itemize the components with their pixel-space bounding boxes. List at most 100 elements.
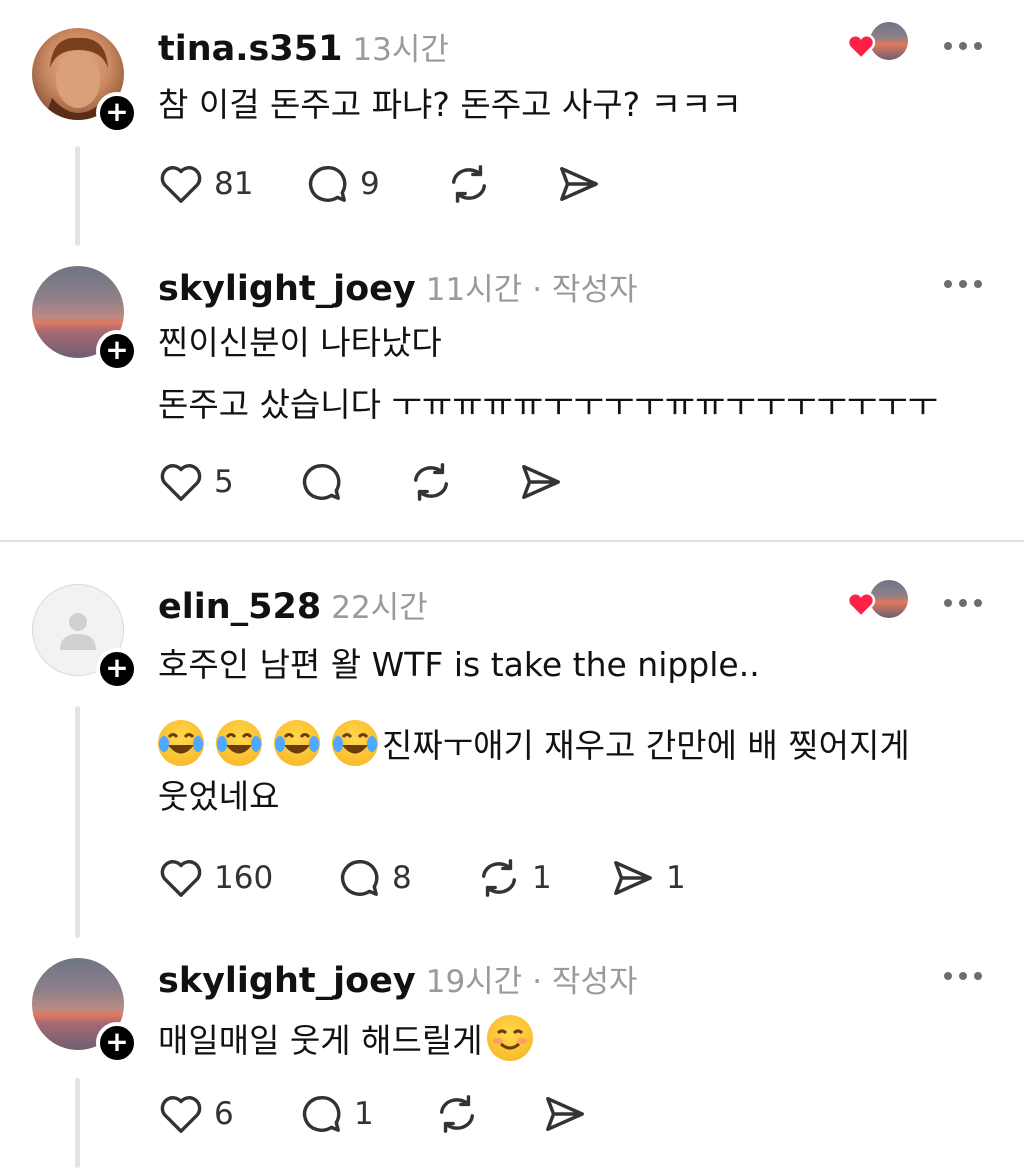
speech-bubble-icon <box>308 166 347 202</box>
comment-button[interactable]: 8 <box>336 857 476 899</box>
thread-connector-line <box>75 706 80 938</box>
more-options-button[interactable] <box>944 598 982 608</box>
comment-count: 9 <box>360 166 380 202</box>
liked-by-author-indicator <box>846 20 910 66</box>
post-header: skylight_joey 19시간 · 작성자 <box>158 956 638 1001</box>
more-options-button[interactable] <box>944 279 982 289</box>
author-tag: · 작성자 <box>532 272 638 308</box>
thread-connector-line <box>75 146 80 246</box>
like-count: 81 <box>214 166 254 202</box>
repost-arrows-icon <box>440 1095 474 1133</box>
avatar[interactable]: + <box>32 266 138 372</box>
heart-outline-icon <box>160 464 202 501</box>
ellipsis-icon <box>944 599 952 607</box>
repost-arrows-icon <box>452 165 486 203</box>
follow-plus-icon[interactable]: + <box>96 1022 138 1064</box>
repost-button[interactable] <box>446 163 556 205</box>
like-button[interactable]: 160 <box>158 857 336 899</box>
share-button[interactable] <box>556 163 602 205</box>
paper-plane-icon <box>614 861 652 895</box>
tears-of-joy-emoji-icon <box>274 720 320 766</box>
repost-arrows-icon <box>414 463 448 501</box>
avatar[interactable]: + <box>32 584 138 690</box>
paper-plane-icon <box>546 1097 584 1131</box>
username[interactable]: tina.s351 <box>158 29 342 69</box>
paper-plane-icon <box>522 465 560 499</box>
post-text-last-line: 웃었네요 <box>158 777 280 816</box>
comment-count: 8 <box>392 860 412 896</box>
ellipsis-icon <box>944 280 952 288</box>
ellipsis-icon <box>944 972 952 980</box>
post-text: 참 이걸 돈주고 파냐? 돈주고 사구? ㅋㅋㅋ <box>158 85 742 124</box>
comment-button[interactable]: 9 <box>304 163 446 205</box>
timestamp: 19시간 <box>425 964 523 1000</box>
like-button[interactable]: 81 <box>158 163 304 205</box>
avatar[interactable]: + <box>32 958 138 1064</box>
speech-bubble-icon <box>340 860 379 896</box>
post-text: 찐이신분이 나타났다 돈주고 샀습니다 ㅜㅠㅠㅠㅠㅜㅜㅜㅜㅠㅠㅜㅜㅜㅜㅜㅜㅜ <box>158 323 938 424</box>
post-header: elin_528 22시간 <box>158 582 428 627</box>
timestamp: 13시간 <box>352 32 449 68</box>
liked-by-author-indicator <box>846 578 910 624</box>
post-header: skylight_joey 11시간 · 작성자 <box>158 264 638 309</box>
comment-count: 1 <box>354 1096 374 1132</box>
reply-post: + elin_528 22시간 호주인 남편 왈 WTF is take the… <box>0 542 1024 942</box>
post-text-line: 매일매일 웃게 해드릴게 <box>158 1014 545 1062</box>
action-bar: 5 <box>158 460 564 504</box>
post-text-continued: 진짜ㅜ애기 재우고 간만에 배 찢어지게 <box>382 726 910 765</box>
avatar[interactable]: + <box>32 28 138 134</box>
author-tag: · 작성자 <box>532 964 638 1000</box>
speech-bubble-icon <box>302 464 341 500</box>
action-bar: 81 9 <box>158 162 602 206</box>
action-bar: 6 1 <box>158 1092 588 1136</box>
repost-button[interactable]: 1 <box>476 857 610 899</box>
tears-of-joy-emoji-icon <box>216 720 262 766</box>
emoji-line: 진짜ㅜ애기 재우고 간만에 배 찢어지게 <box>158 720 910 766</box>
tears-of-joy-emoji-icon <box>332 720 378 766</box>
heart-outline-icon <box>160 166 202 203</box>
post-text: 호주인 남편 왈 WTF is take the nipple.. <box>158 645 760 684</box>
like-button[interactable]: 5 <box>158 461 298 503</box>
repost-button[interactable] <box>434 1093 542 1135</box>
post-text: 매일매일 웃게 해드릴게 <box>158 1021 483 1060</box>
heart-outline-icon <box>160 1096 202 1133</box>
repost-button[interactable] <box>408 461 518 503</box>
red-heart-icon <box>846 34 876 60</box>
repost-arrows-icon <box>482 859 516 897</box>
like-button[interactable]: 6 <box>158 1093 298 1135</box>
username[interactable]: elin_528 <box>158 587 321 627</box>
comment-button[interactable]: 1 <box>298 1093 434 1135</box>
username[interactable]: skylight_joey <box>158 961 416 1001</box>
post-header: tina.s351 13시간 <box>158 24 449 69</box>
smiling-blush-emoji-icon <box>486 1015 533 1061</box>
speech-bubble-icon <box>302 1096 341 1132</box>
follow-plus-icon[interactable]: + <box>96 92 138 134</box>
tears-of-joy-emoji-icon <box>158 720 204 766</box>
reply-post: + skylight_joey 11시간 · 작성자 찐이신분이 나타났다 돈주… <box>0 250 1024 540</box>
paper-plane-icon <box>560 167 598 201</box>
share-button[interactable] <box>542 1093 588 1135</box>
more-options-button[interactable] <box>944 971 982 981</box>
username[interactable]: skylight_joey <box>158 269 416 309</box>
reply-post: + tina.s351 13시간 참 이걸 돈주고 파냐? 돈주고 사구? ㅋㅋ… <box>0 0 1024 250</box>
red-heart-icon <box>846 592 876 618</box>
person-icon <box>60 613 96 650</box>
comment-button[interactable] <box>298 461 408 503</box>
thread-connector-line <box>75 1078 80 1168</box>
share-button[interactable]: 1 <box>610 857 686 899</box>
share-count: 1 <box>666 860 686 896</box>
timestamp: 22시간 <box>331 590 428 626</box>
like-count: 6 <box>214 1096 234 1132</box>
share-button[interactable] <box>518 461 564 503</box>
ellipsis-icon <box>944 42 952 50</box>
like-count: 160 <box>214 860 274 896</box>
reply-post: + skylight_joey 19시간 · 작성자 매일매일 웃게 해드릴게 … <box>0 942 1024 1169</box>
threads-replies-screen: + tina.s351 13시간 참 이걸 돈주고 파냐? 돈주고 사구? ㅋㅋ… <box>0 0 1024 1169</box>
more-options-button[interactable] <box>944 41 982 51</box>
like-count: 5 <box>214 464 234 500</box>
timestamp: 11시간 <box>425 272 523 308</box>
follow-plus-icon[interactable]: + <box>96 330 138 372</box>
heart-outline-icon <box>160 860 202 897</box>
action-bar: 160 8 1 1 <box>158 856 686 900</box>
follow-plus-icon[interactable]: + <box>96 648 138 690</box>
